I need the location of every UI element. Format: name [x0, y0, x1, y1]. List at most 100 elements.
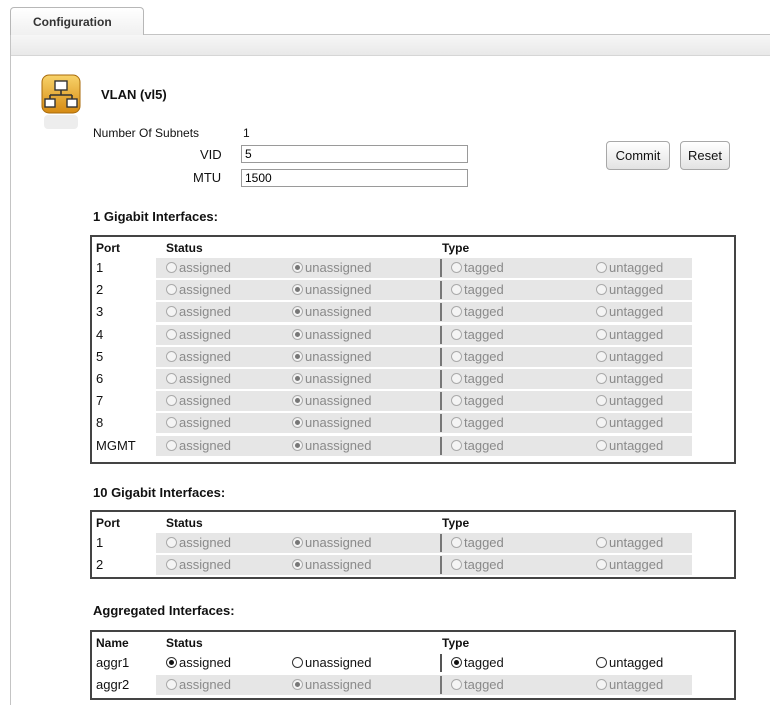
aggr-row-unassigned-option[interactable]: unassigned	[292, 655, 372, 670]
tab-strip	[10, 34, 770, 56]
aggr-row-assigned-option[interactable]: assigned	[166, 655, 231, 670]
gig-interfaces-table: Port Status Type 1 assigned unassigned tagged u…	[90, 235, 736, 464]
gig-row-tagged-radio	[451, 417, 462, 429]
column-divider	[440, 556, 442, 575]
gig-row-assigned-label: assigned	[179, 282, 232, 298]
aggr-row-tagged-option[interactable]: tagged	[451, 655, 504, 670]
tengig-row-untagged-label: untagged	[609, 557, 664, 573]
aggr-header-type: Type	[442, 636, 470, 650]
gig-row-tagged-radio	[451, 328, 462, 340]
gig-row-untagged-radio	[596, 439, 607, 451]
gig-row-untagged-option: untagged	[596, 415, 663, 430]
gig-row-tagged-label: tagged	[464, 304, 504, 320]
tengig-row-tagged-option: tagged	[451, 535, 504, 550]
gig-header-type: Type	[442, 241, 470, 255]
column-divider	[440, 414, 442, 433]
tengig-row-assigned-label: assigned	[179, 557, 232, 573]
gig-row-assigned-radio	[166, 439, 177, 451]
port-label: 6	[96, 371, 104, 386]
aggr-row-assigned-label: assigned	[179, 677, 232, 693]
gig-row-assigned-option: assigned	[166, 371, 231, 386]
gig-row-untagged-label: untagged	[609, 415, 664, 431]
gig-row-assigned-radio	[166, 373, 177, 384]
row-options: assigned unassigned tagged untagged	[156, 324, 692, 345]
port-label: 1	[96, 260, 104, 275]
tengig-row-tagged-option: tagged	[451, 557, 504, 572]
row-options: assigned unassigned tagged untagged	[156, 675, 692, 696]
aggr-row-untagged-radio[interactable]	[596, 657, 607, 668]
tengig-row-tagged-label: tagged	[464, 535, 504, 550]
aggr-row-assigned-label: assigned	[179, 655, 232, 670]
gig-row-untagged-option: untagged	[596, 304, 663, 319]
gig-row-untagged-label: untagged	[609, 304, 664, 320]
port-label: MGMT	[96, 437, 136, 453]
tengig-row-unassigned-option: unassigned	[292, 535, 372, 550]
gig-row-tagged-option: tagged	[451, 304, 504, 319]
gig-row-tagged-radio	[451, 284, 462, 296]
gig-row-unassigned-option: unassigned	[292, 438, 372, 453]
tengig-section-title: 10 Gigabit Interfaces:	[93, 485, 226, 500]
gig-row-assigned-option: assigned	[166, 304, 231, 319]
aggr-row-unassigned-radio	[292, 679, 303, 691]
tengig-row-tagged-label: tagged	[464, 557, 504, 573]
tengig-row-unassigned-option: unassigned	[292, 557, 372, 572]
gig-row-untagged-label: untagged	[609, 371, 664, 386]
aggr-row-assigned-radio[interactable]	[166, 657, 177, 668]
gig-row-unassigned-label: unassigned	[305, 326, 372, 342]
tengig-row-unassigned-label: unassigned	[305, 557, 372, 573]
aggr-row-tagged-option: tagged	[451, 677, 504, 692]
gig-row-untagged-radio	[596, 284, 607, 296]
port-label: 4	[96, 326, 104, 342]
gig-row-assigned-option: assigned	[166, 327, 231, 342]
aggr-row-tagged-radio	[451, 679, 462, 691]
gig-row-unassigned-option: unassigned	[292, 260, 372, 275]
gig-row-assigned-label: assigned	[179, 304, 232, 320]
gig-row-unassigned-label: unassigned	[305, 304, 372, 320]
tengig-table-header: Port Status Type	[92, 512, 734, 532]
row-options: assigned unassigned tagged untagged	[156, 653, 692, 673]
row-options: assigned unassigned tagged untagged	[156, 413, 692, 434]
table-row: 6 assigned unassigned tagged untagged	[92, 368, 734, 390]
tengig-row-tagged-radio	[451, 537, 462, 548]
gig-row-assigned-option: assigned	[166, 438, 231, 453]
vid-field[interactable]	[241, 145, 468, 163]
aggr-section-title: Aggregated Interfaces:	[93, 603, 235, 618]
reset-button[interactable]: Reset	[680, 141, 730, 170]
mtu-field[interactable]	[241, 169, 468, 187]
gig-row-unassigned-radio	[292, 395, 303, 407]
column-divider	[440, 259, 442, 277]
gig-row-tagged-label: tagged	[464, 437, 504, 453]
gig-row-untagged-radio	[596, 417, 607, 429]
aggr-row-tagged-radio[interactable]	[451, 657, 462, 668]
commit-button[interactable]: Commit	[606, 141, 670, 170]
gig-row-tagged-label: tagged	[464, 260, 504, 275]
gig-row-tagged-label: tagged	[464, 326, 504, 342]
mtu-label: MTU	[193, 170, 222, 185]
table-row: 1 assigned unassigned tagged untagged	[92, 257, 734, 279]
gig-row-assigned-option: assigned	[166, 393, 231, 408]
aggr-row-untagged-option[interactable]: untagged	[596, 655, 663, 670]
port-label: 5	[96, 348, 104, 364]
aggr-row-tagged-label: tagged	[464, 677, 504, 693]
tab-configuration[interactable]: Configuration	[10, 7, 144, 35]
gig-row-unassigned-radio	[292, 262, 303, 273]
column-divider	[440, 534, 442, 552]
port-label: aggr1	[96, 655, 130, 670]
gig-row-unassigned-option: unassigned	[292, 393, 372, 408]
subnets-value: 1	[243, 126, 250, 140]
table-row: 8 assigned unassigned tagged untagged	[92, 412, 734, 434]
port-label: 7	[96, 393, 104, 409]
gig-row-untagged-option: untagged	[596, 371, 663, 386]
gig-row-unassigned-label: unassigned	[305, 371, 372, 386]
gig-row-tagged-option: tagged	[451, 438, 504, 453]
gig-row-untagged-label: untagged	[609, 260, 664, 275]
gig-row-unassigned-option: unassigned	[292, 371, 372, 386]
row-options: assigned unassigned tagged untagged	[156, 369, 692, 389]
tengig-row-assigned-option: assigned	[166, 535, 231, 550]
column-divider	[440, 281, 442, 300]
port-label: 2	[96, 282, 104, 298]
vid-label: VID	[200, 147, 222, 162]
tengig-row-unassigned-radio	[292, 537, 303, 548]
gig-row-assigned-radio	[166, 284, 177, 296]
aggr-row-unassigned-radio[interactable]	[292, 657, 303, 668]
